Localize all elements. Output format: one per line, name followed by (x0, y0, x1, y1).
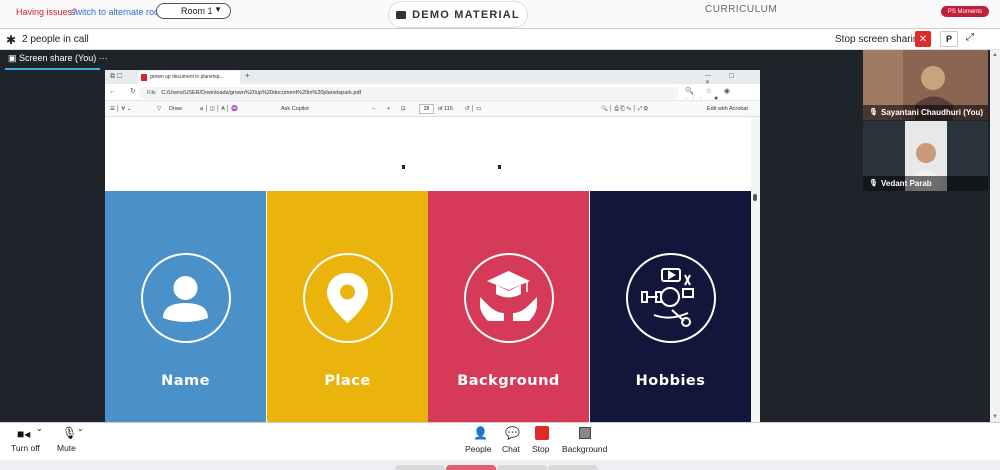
people-icon[interactable]: 👤 (473, 426, 488, 440)
stop-share-icon[interactable] (535, 426, 549, 440)
stage-tabbar (0, 50, 862, 69)
eraser-icon[interactable]: ⌀ │ ◫ │ A │ ♒ (200, 106, 238, 112)
stop-screen-sharing-label[interactable]: Stop screen sharing (835, 34, 924, 45)
background-icon[interactable] (579, 427, 591, 439)
contents-icon[interactable]: ☰ │ ∀ ⌄ (110, 106, 131, 112)
people-label[interactable]: People (465, 444, 491, 454)
camera-icon[interactable]: ■◂ (17, 427, 30, 441)
switch-room-link[interactable]: switch to alternate room (71, 7, 167, 17)
fit-page-icon[interactable]: ⊡ (401, 106, 406, 112)
rotate-icon[interactable]: ↺ │ ▭ (465, 106, 481, 112)
participant-name-bar: 🎙 Vedant Parab (863, 176, 988, 191)
ps-moments-label: PS Moments (947, 8, 983, 15)
graduation-hands-icon (464, 253, 554, 343)
draw-label[interactable]: Draw (169, 106, 182, 112)
name-column: Name (105, 191, 266, 422)
place-column: Place (267, 191, 428, 422)
mute-label[interactable]: Mute (57, 443, 76, 453)
ask-copilot-button[interactable]: Ask Copilot (281, 106, 309, 112)
people-count: 2 people in call (22, 34, 89, 45)
room-select-value: Room 1 (181, 6, 213, 16)
participant-name: Sayantani Chaudhuri (You) (881, 108, 984, 117)
location-pin-icon (303, 253, 393, 343)
pdf-scroll-thumb[interactable] (753, 194, 757, 201)
search-icon[interactable]: 🔍 │ ⎙ ⎗ ✎ │ ⤢ ⚙ (601, 106, 648, 113)
page-mark (402, 165, 405, 169)
footer-tab-active[interactable] (446, 465, 496, 470)
close-share-button[interactable]: ✕ (915, 31, 931, 47)
chat-icon[interactable]: 💬 (505, 426, 520, 440)
page-scrollbar[interactable]: ▲ ▼ (990, 50, 1000, 422)
pdf-icon (141, 74, 147, 81)
footer-tab[interactable] (497, 465, 547, 470)
hobbies-column: Hobbies (590, 191, 751, 422)
name-label: Name (161, 373, 210, 389)
address-prefix: File (147, 90, 156, 96)
tab-screen-share-label: Screen share (You) (19, 53, 97, 63)
address-value: C:/Users/USER/Downloads/grown%20up%20doc… (161, 90, 362, 96)
page-number-input[interactable]: 28 (419, 104, 434, 114)
tab-menu-icon[interactable]: ··· (99, 53, 108, 63)
expand-icon[interactable]: ⤢ (966, 32, 974, 43)
pdf-page: Name Place Background Hobbies (105, 117, 751, 422)
browser-tab[interactable]: grown up document in planetsp... (138, 71, 240, 84)
participant-tile[interactable]: 🎙 Sayantani Chaudhuri (You) (863, 50, 988, 120)
room-select[interactable]: Room 1 ▼ (156, 3, 231, 19)
workspace-icon[interactable]: ⧉ ▢ (110, 73, 122, 81)
hobbies-label: Hobbies (635, 373, 706, 389)
mic-icon: 🎙 (869, 109, 878, 116)
stop-label[interactable]: Stop (532, 444, 550, 454)
pdf-scrollbar[interactable] (751, 117, 760, 422)
background-column: Background (428, 191, 589, 422)
browser-action-icons[interactable]: 🔍 ☆ ◉ ··· ● (685, 87, 760, 102)
footer-tab[interactable] (548, 465, 598, 470)
chevron-down-icon[interactable]: ⌄ (36, 424, 43, 433)
edit-with-acrobat-button[interactable]: Edit with Acrobat (707, 106, 748, 112)
curriculum-tab[interactable]: CURRICULUM (705, 4, 777, 15)
zoom-in-button[interactable]: + (387, 106, 390, 112)
place-label: Place (324, 373, 371, 389)
demo-material-label: DEMO MATERIAL (412, 8, 520, 21)
scroll-up-icon[interactable]: ▲ (992, 52, 998, 58)
page-mark (498, 165, 501, 169)
p-button[interactable]: P (940, 31, 958, 47)
hobbies-icon (626, 253, 716, 343)
page-total: of 115 (438, 106, 453, 112)
scroll-down-icon[interactable]: ▼ (992, 414, 998, 420)
folder-icon (396, 10, 407, 19)
new-tab-button[interactable]: + (245, 71, 250, 80)
chevron-down-icon[interactable]: ⌄ (77, 424, 84, 433)
tab-active-underline (5, 68, 100, 70)
zoom-out-button[interactable]: − (372, 106, 375, 112)
ps-moments-button[interactable]: PS Moments (941, 6, 989, 17)
participant-name-bar: 🎙 Sayantani Chaudhuri (You) (863, 105, 988, 120)
gear-icon[interactable]: ✱ (6, 33, 16, 47)
tab-screen-share[interactable]: ▣ Screen share (You) ··· (8, 53, 108, 64)
browser-tab-title: grown up document in planetsp... (150, 74, 224, 80)
chevron-down-icon: ▼ (214, 5, 222, 14)
footer-tab[interactable] (395, 465, 445, 470)
screen-share-icon: ▣ (8, 53, 17, 63)
issues-text: Having issues? (16, 7, 78, 17)
shared-browser-window: ⧉ ▢ grown up document in planetsp... + —… (105, 70, 760, 422)
call-controls (0, 422, 1000, 460)
background-label[interactable]: Background (562, 444, 607, 454)
mic-icon: 🎙 (869, 180, 878, 187)
draw-icon[interactable]: ▽ (157, 106, 161, 112)
participant-tile[interactable]: 🎙 Vedant Parab (863, 121, 988, 191)
person-icon (141, 253, 231, 343)
microphone-icon[interactable]: 🎙 (62, 426, 77, 440)
chat-label[interactable]: Chat (502, 444, 520, 454)
back-refresh-icons[interactable]: ← ↻ (109, 87, 142, 95)
turn-off-label[interactable]: Turn off (11, 443, 40, 453)
background-label: Background (457, 373, 560, 389)
demo-material-button[interactable]: DEMO MATERIAL (388, 1, 528, 28)
participant-name: Vedant Parab (881, 179, 932, 188)
address-bar[interactable]: File C:/Users/USER/Downloads/grown%20up%… (139, 87, 679, 99)
